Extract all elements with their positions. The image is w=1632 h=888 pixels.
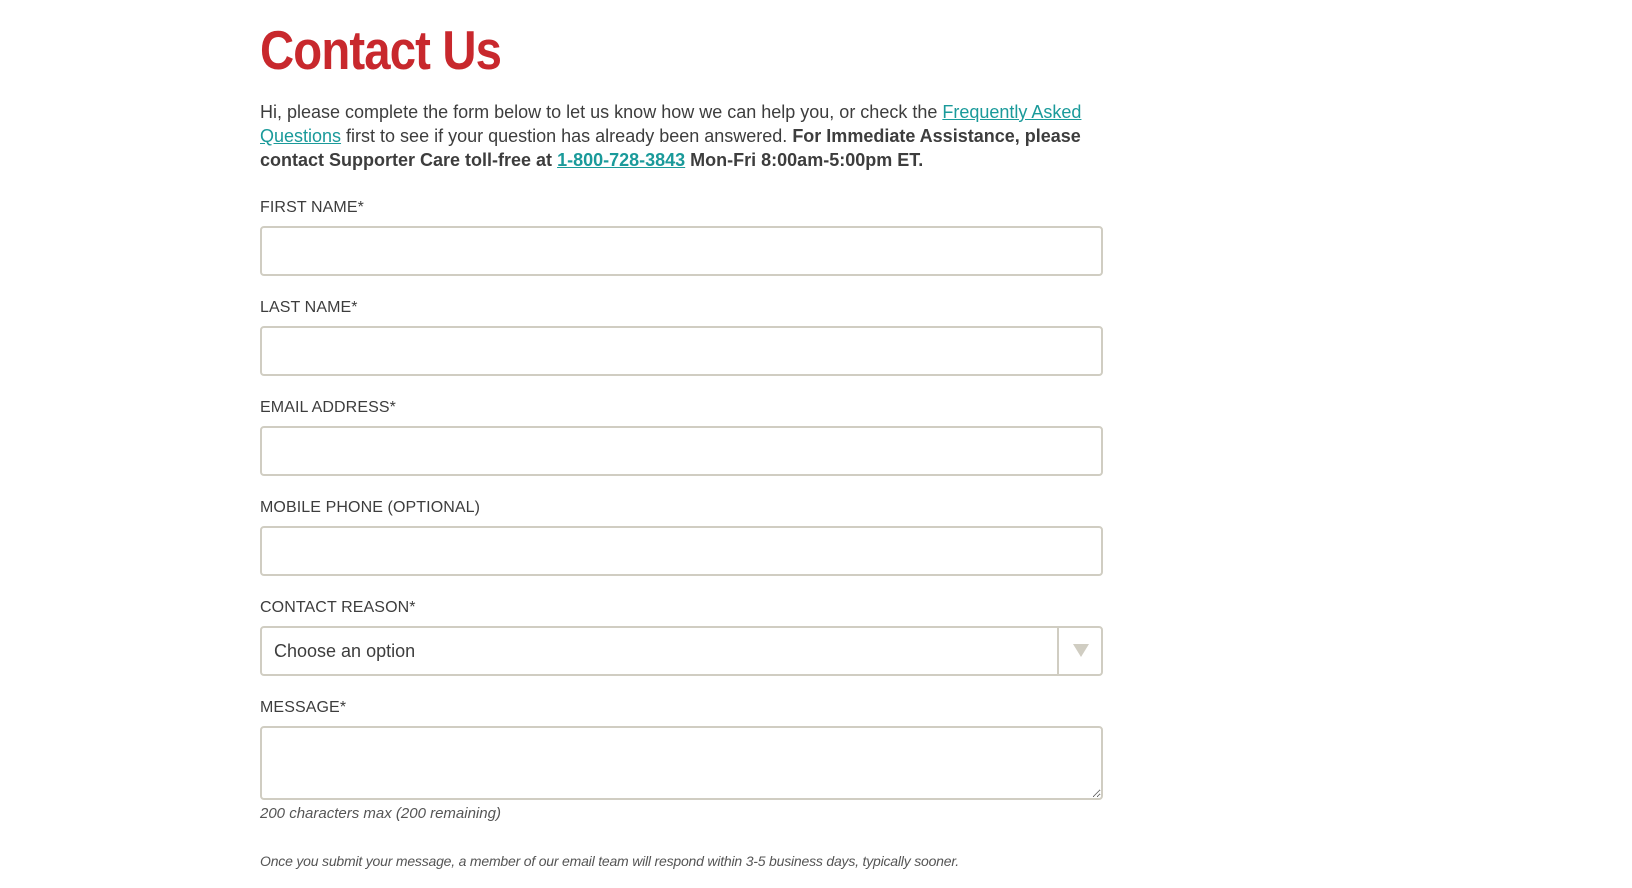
- first-name-field: FIRST NAME*: [260, 198, 1106, 276]
- message-textarea[interactable]: [260, 726, 1103, 800]
- phone-link[interactable]: 1-800-728-3843: [557, 150, 685, 170]
- mobile-phone-input[interactable]: [260, 526, 1103, 576]
- message-label: MESSAGE*: [260, 699, 347, 716]
- contact-reason-field: CONTACT REASON* Choose an option: [260, 598, 1106, 676]
- page-title: Contact Us: [260, 19, 502, 81]
- select-divider: [1057, 628, 1059, 674]
- contact-reason-select[interactable]: Choose an option: [260, 626, 1103, 676]
- email-input[interactable]: [260, 426, 1103, 476]
- contact-reason-selected-value: Choose an option: [274, 641, 416, 661]
- chevron-down-icon[interactable]: [1073, 644, 1089, 657]
- intro-hours-text: Mon-Fri 8:00am-5:00pm ET.: [685, 150, 924, 170]
- contact-page: Contact Us Hi, please complete the form …: [0, 0, 1632, 888]
- intro-text-2: first to see if your question has alread…: [341, 126, 793, 146]
- contact-content: Contact Us Hi, please complete the form …: [260, 18, 1106, 870]
- response-time-note: Once you submit your message, a member o…: [260, 853, 959, 869]
- intro-paragraph: Hi, please complete the form below to le…: [260, 100, 1090, 172]
- last-name-label: LAST NAME*: [260, 299, 358, 316]
- message-field: MESSAGE* 200 characters max (200 remaini…: [260, 698, 1106, 824]
- email-field: EMAIL ADDRESS*: [260, 398, 1106, 476]
- email-label: EMAIL ADDRESS*: [260, 399, 396, 416]
- mobile-phone-field: MOBILE PHONE (OPTIONAL): [260, 498, 1106, 576]
- mobile-phone-label: MOBILE PHONE (OPTIONAL): [260, 499, 481, 516]
- message-char-count: 200 characters max (200 remaining): [260, 805, 501, 822]
- intro-text-1: Hi, please complete the form below to le…: [260, 102, 943, 122]
- first-name-label: FIRST NAME*: [260, 199, 364, 216]
- last-name-input[interactable]: [260, 326, 1103, 376]
- contact-reason-label: CONTACT REASON*: [260, 599, 416, 616]
- last-name-field: LAST NAME*: [260, 298, 1106, 376]
- first-name-input[interactable]: [260, 226, 1103, 276]
